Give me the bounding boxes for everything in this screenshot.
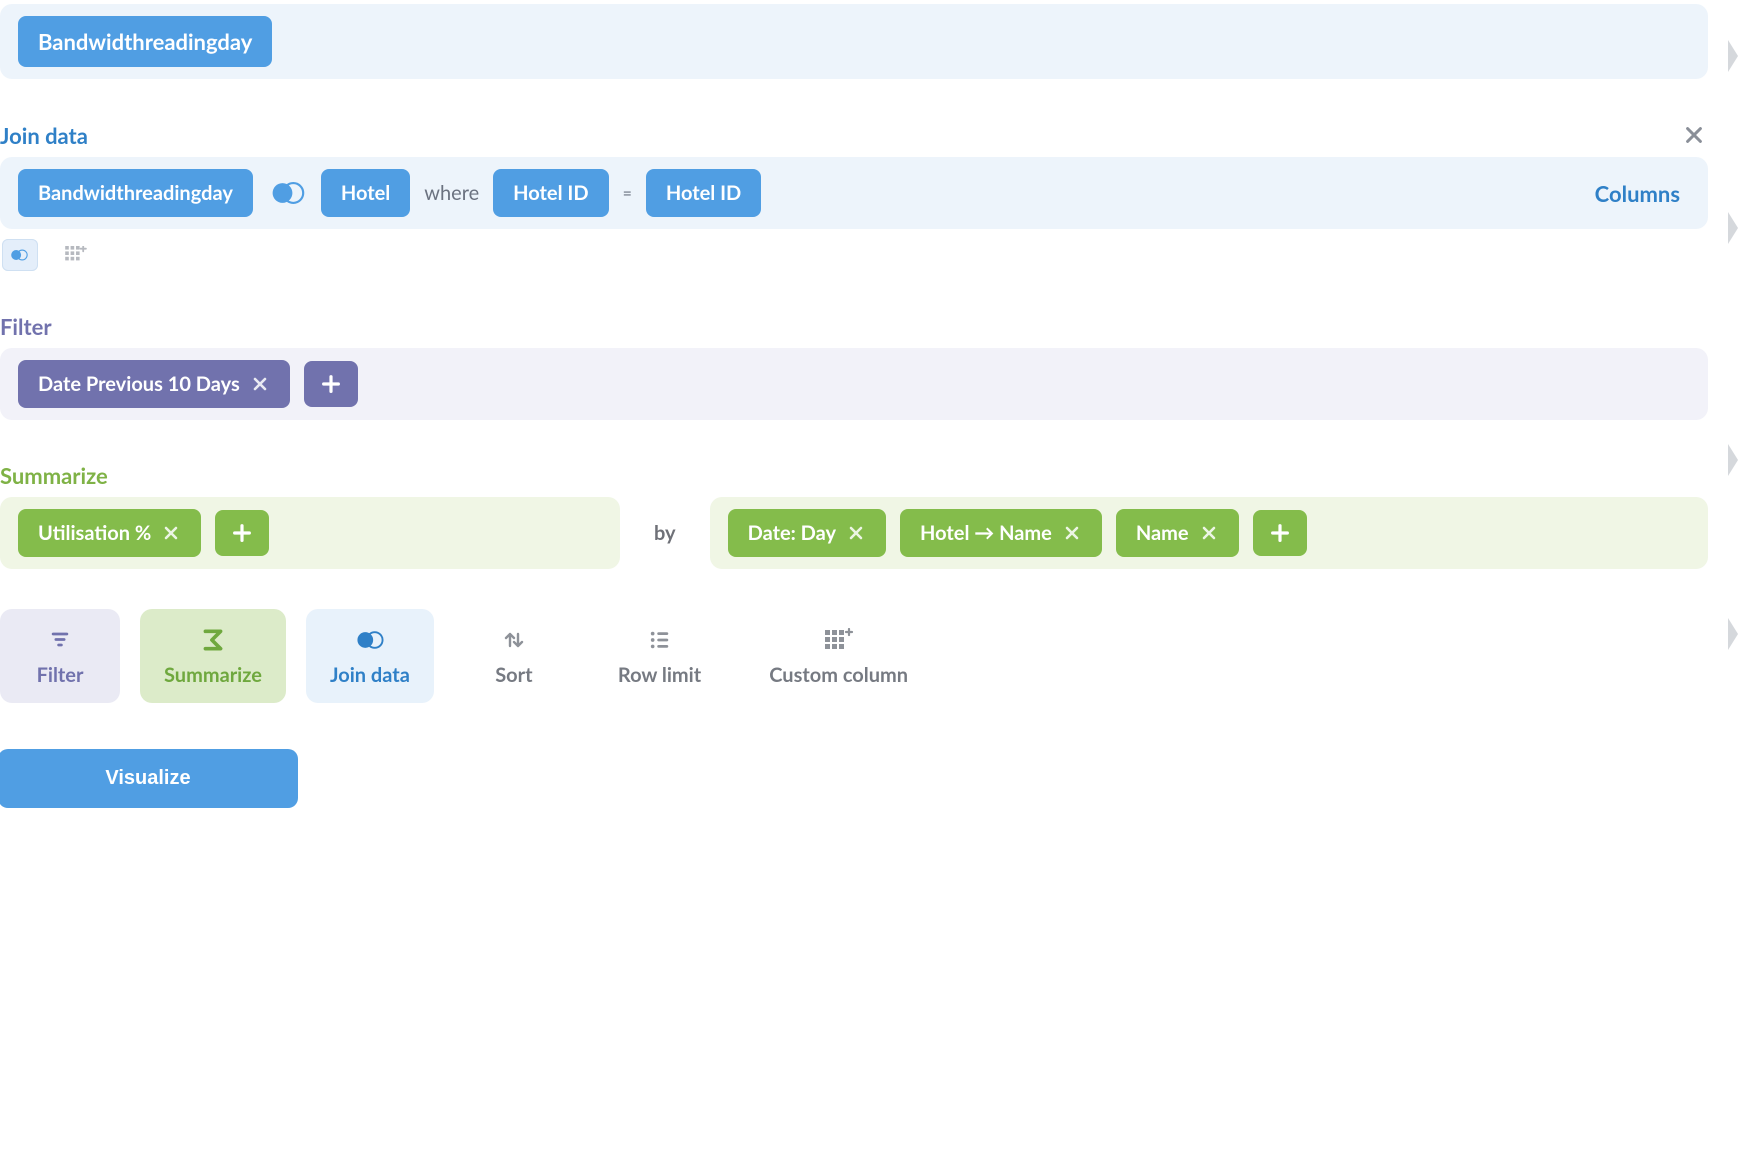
summarize-action-label: Summarize [164,663,262,687]
filter-chip[interactable]: Date Previous 10 Days [18,360,290,408]
summarize-groupings-panel: Date: Day Hotel → Name Name [710,497,1708,569]
edge-arrow-icon [1728,618,1744,650]
grouping-chip[interactable]: Name [1116,509,1239,557]
sigma-icon [199,627,227,653]
action-toolbar: Filter Summarize Join data Sort [0,609,1708,703]
join-columns-link[interactable]: Columns [1585,174,1690,213]
join-extra-buttons [2,239,1708,271]
data-source-panel: Bandwidthreadingday [0,4,1708,79]
list-icon [647,627,673,653]
data-source-pill[interactable]: Bandwidthreadingday [18,16,272,67]
summarize-action-button[interactable]: Summarize [140,609,286,703]
grouping-chip-label: Date: Day [748,521,836,545]
sort-action-label: Sort [495,663,532,687]
summarize-section-label: Summarize [0,462,1708,489]
edge-arrow-icon [1728,444,1744,476]
join-where-label: where [424,181,479,205]
join-panel: Bandwidthreadingday Hotel where Hotel ID… [0,157,1708,229]
filter-action-label: Filter [37,663,84,687]
filter-action-button[interactable]: Filter [0,609,120,703]
summarize-row: Utilisation % by Date: Day Hotel → Name … [0,497,1708,569]
summarize-metric-label: Utilisation % [38,521,151,545]
grouping-chip-label: Name [1136,521,1189,545]
visualize-button[interactable]: Visualize [0,749,298,808]
close-icon[interactable] [1680,121,1708,149]
filter-chip-label: Date Previous 10 Days [38,372,240,396]
summarize-section-title: Summarize [0,462,108,489]
grid-plus-icon [824,627,854,653]
join-right-table-pill[interactable]: Hotel [321,169,410,217]
sort-action-button[interactable]: Sort [454,609,574,703]
join-right-key-pill[interactable]: Hotel ID [646,169,761,217]
add-custom-column-button[interactable] [58,239,94,271]
custom-column-action-label: Custom column [769,663,908,687]
edge-arrow-icon [1728,212,1744,244]
filter-section-title: Filter [0,313,52,340]
join-action-button[interactable]: Join data [306,609,434,703]
filter-section-label: Filter [0,313,1708,340]
join-left-table-pill[interactable]: Bandwidthreadingday [18,169,253,217]
remove-icon[interactable] [250,374,270,394]
join-icon [353,627,387,653]
filter-panel: Date Previous 10 Days [0,348,1708,420]
add-filter-button[interactable] [304,361,358,407]
filter-icon [47,627,73,653]
remove-icon[interactable] [1062,523,1082,543]
add-grouping-button[interactable] [1253,510,1307,556]
join-type-icon[interactable] [267,173,307,213]
grouping-chip-label: Hotel → Name [920,521,1052,545]
summarize-metrics-panel: Utilisation % [0,497,620,569]
remove-icon[interactable] [1199,523,1219,543]
grouping-chip[interactable]: Date: Day [728,509,886,557]
add-join-button[interactable] [2,239,38,271]
grouping-chip[interactable]: Hotel → Name [900,509,1102,557]
join-section-label: Join data [0,121,1708,149]
sort-icon [501,627,527,653]
summarize-by-label: by [648,521,682,545]
remove-icon[interactable] [161,523,181,543]
remove-icon[interactable] [846,523,866,543]
custom-column-action-button[interactable]: Custom column [745,609,932,703]
summarize-metric-chip[interactable]: Utilisation % [18,509,201,557]
row-limit-action-button[interactable]: Row limit [594,609,725,703]
row-limit-action-label: Row limit [618,663,701,687]
join-action-label: Join data [330,663,410,687]
join-left-key-pill[interactable]: Hotel ID [493,169,608,217]
add-metric-button[interactable] [215,510,269,556]
edge-arrow-icon [1728,40,1744,72]
join-section-title: Join data [0,122,88,149]
join-equals-label: = [623,184,632,203]
